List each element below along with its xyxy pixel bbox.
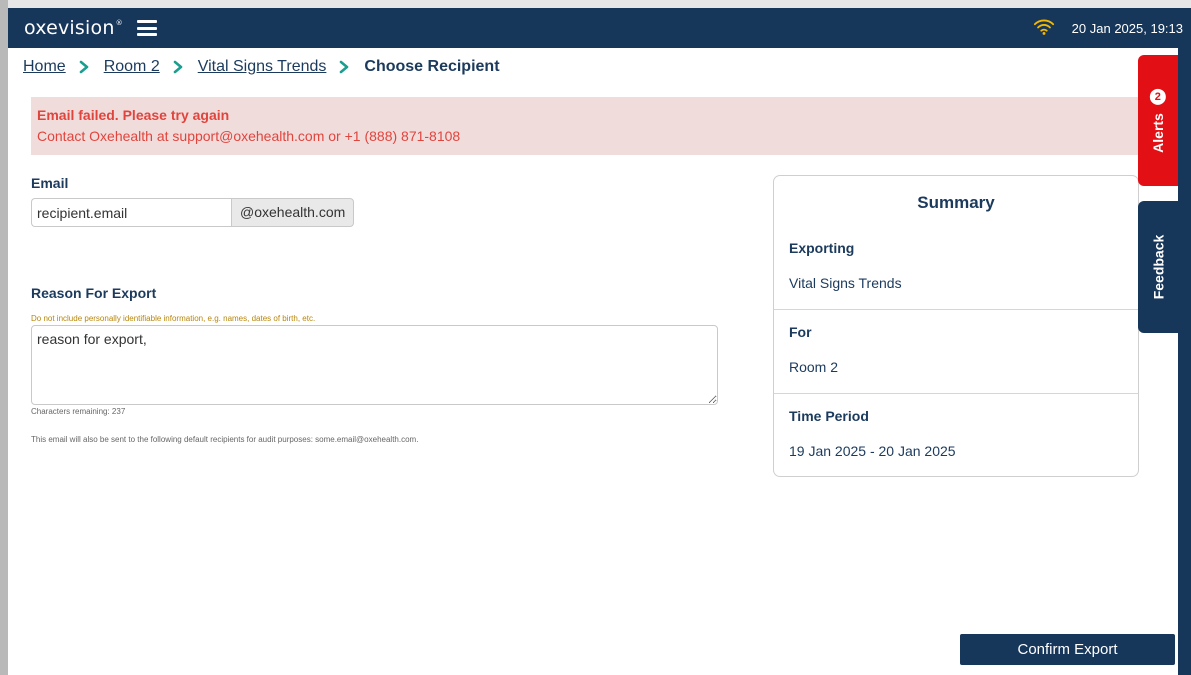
alerts-count-badge: 2: [1150, 88, 1166, 105]
confirm-export-button[interactable]: Confirm Export: [960, 634, 1175, 665]
email-field-group: @oxehealth.com: [31, 198, 354, 227]
summary-exporting-label: Exporting: [789, 240, 855, 256]
characters-remaining: Characters remaining: 237: [31, 407, 126, 416]
feedback-tab-label: Feedback: [1150, 234, 1166, 300]
app-logo: oxevision®: [24, 17, 123, 39]
summary-divider: [774, 309, 1138, 310]
summary-divider: [774, 393, 1138, 394]
chevron-right-icon: [332, 56, 358, 78]
summary-title: Summary: [917, 193, 995, 212]
summary-for-value: Room 2: [789, 359, 839, 375]
reason-hint: Do not include personally identifiable i…: [31, 314, 316, 323]
alerts-tab-label: Alerts: [1150, 112, 1166, 153]
error-message: Contact Oxehealth at support@oxehealth.c…: [37, 128, 461, 144]
email-domain-suffix: @oxehealth.com: [231, 198, 354, 227]
email-label: Email: [31, 175, 69, 191]
chevron-right-icon: [166, 56, 192, 78]
alerts-tab[interactable]: Alerts 2: [1138, 55, 1178, 186]
summary-exporting: Exporting Vital Signs Trends: [774, 240, 1138, 291]
summary-period-value: 19 Jan 2025 - 20 Jan 2025: [789, 443, 956, 459]
summary-for-label: For: [789, 324, 812, 340]
summary-period: Time Period 19 Jan 2025 - 20 Jan 2025: [774, 408, 1138, 459]
summary-exporting-value: Vital Signs Trends: [789, 275, 902, 291]
error-banner: Email failed. Please try again Contact O…: [31, 97, 1138, 155]
datetime: 20 Jan 2025, 19:13: [1071, 21, 1183, 36]
hamburger-menu-icon[interactable]: [136, 20, 157, 36]
email-field[interactable]: [31, 198, 231, 227]
chevron-right-icon: [72, 56, 98, 78]
summary-period-label: Time Period: [789, 408, 869, 424]
breadcrumb-home[interactable]: Home: [23, 58, 66, 76]
reason-label: Reason For Export: [31, 285, 157, 301]
window-frame-top: [0, 0, 1191, 8]
breadcrumb: Home Room 2 Vital Signs Trends Choose Re…: [23, 56, 500, 78]
breadcrumb-current: Choose Recipient: [364, 58, 500, 75]
wifi-icon: [1033, 19, 1055, 35]
breadcrumb-vital-signs-trends[interactable]: Vital Signs Trends: [198, 58, 327, 76]
window-frame-left: [0, 0, 8, 675]
side-rail: [1178, 48, 1191, 675]
feedback-tab[interactable]: Feedback: [1138, 201, 1178, 333]
error-title: Email failed. Please try again: [37, 107, 230, 123]
summary-for: For Room 2: [774, 324, 1138, 375]
summary-card: Summary Exporting Vital Signs Trends For…: [773, 175, 1139, 477]
audit-note: This email will also be sent to the foll…: [31, 435, 419, 444]
breadcrumb-room[interactable]: Room 2: [104, 58, 160, 76]
top-bar: oxevision® 20 Jan 2025, 19:13: [8, 8, 1191, 48]
reason-textarea[interactable]: reason for export,: [31, 325, 718, 405]
